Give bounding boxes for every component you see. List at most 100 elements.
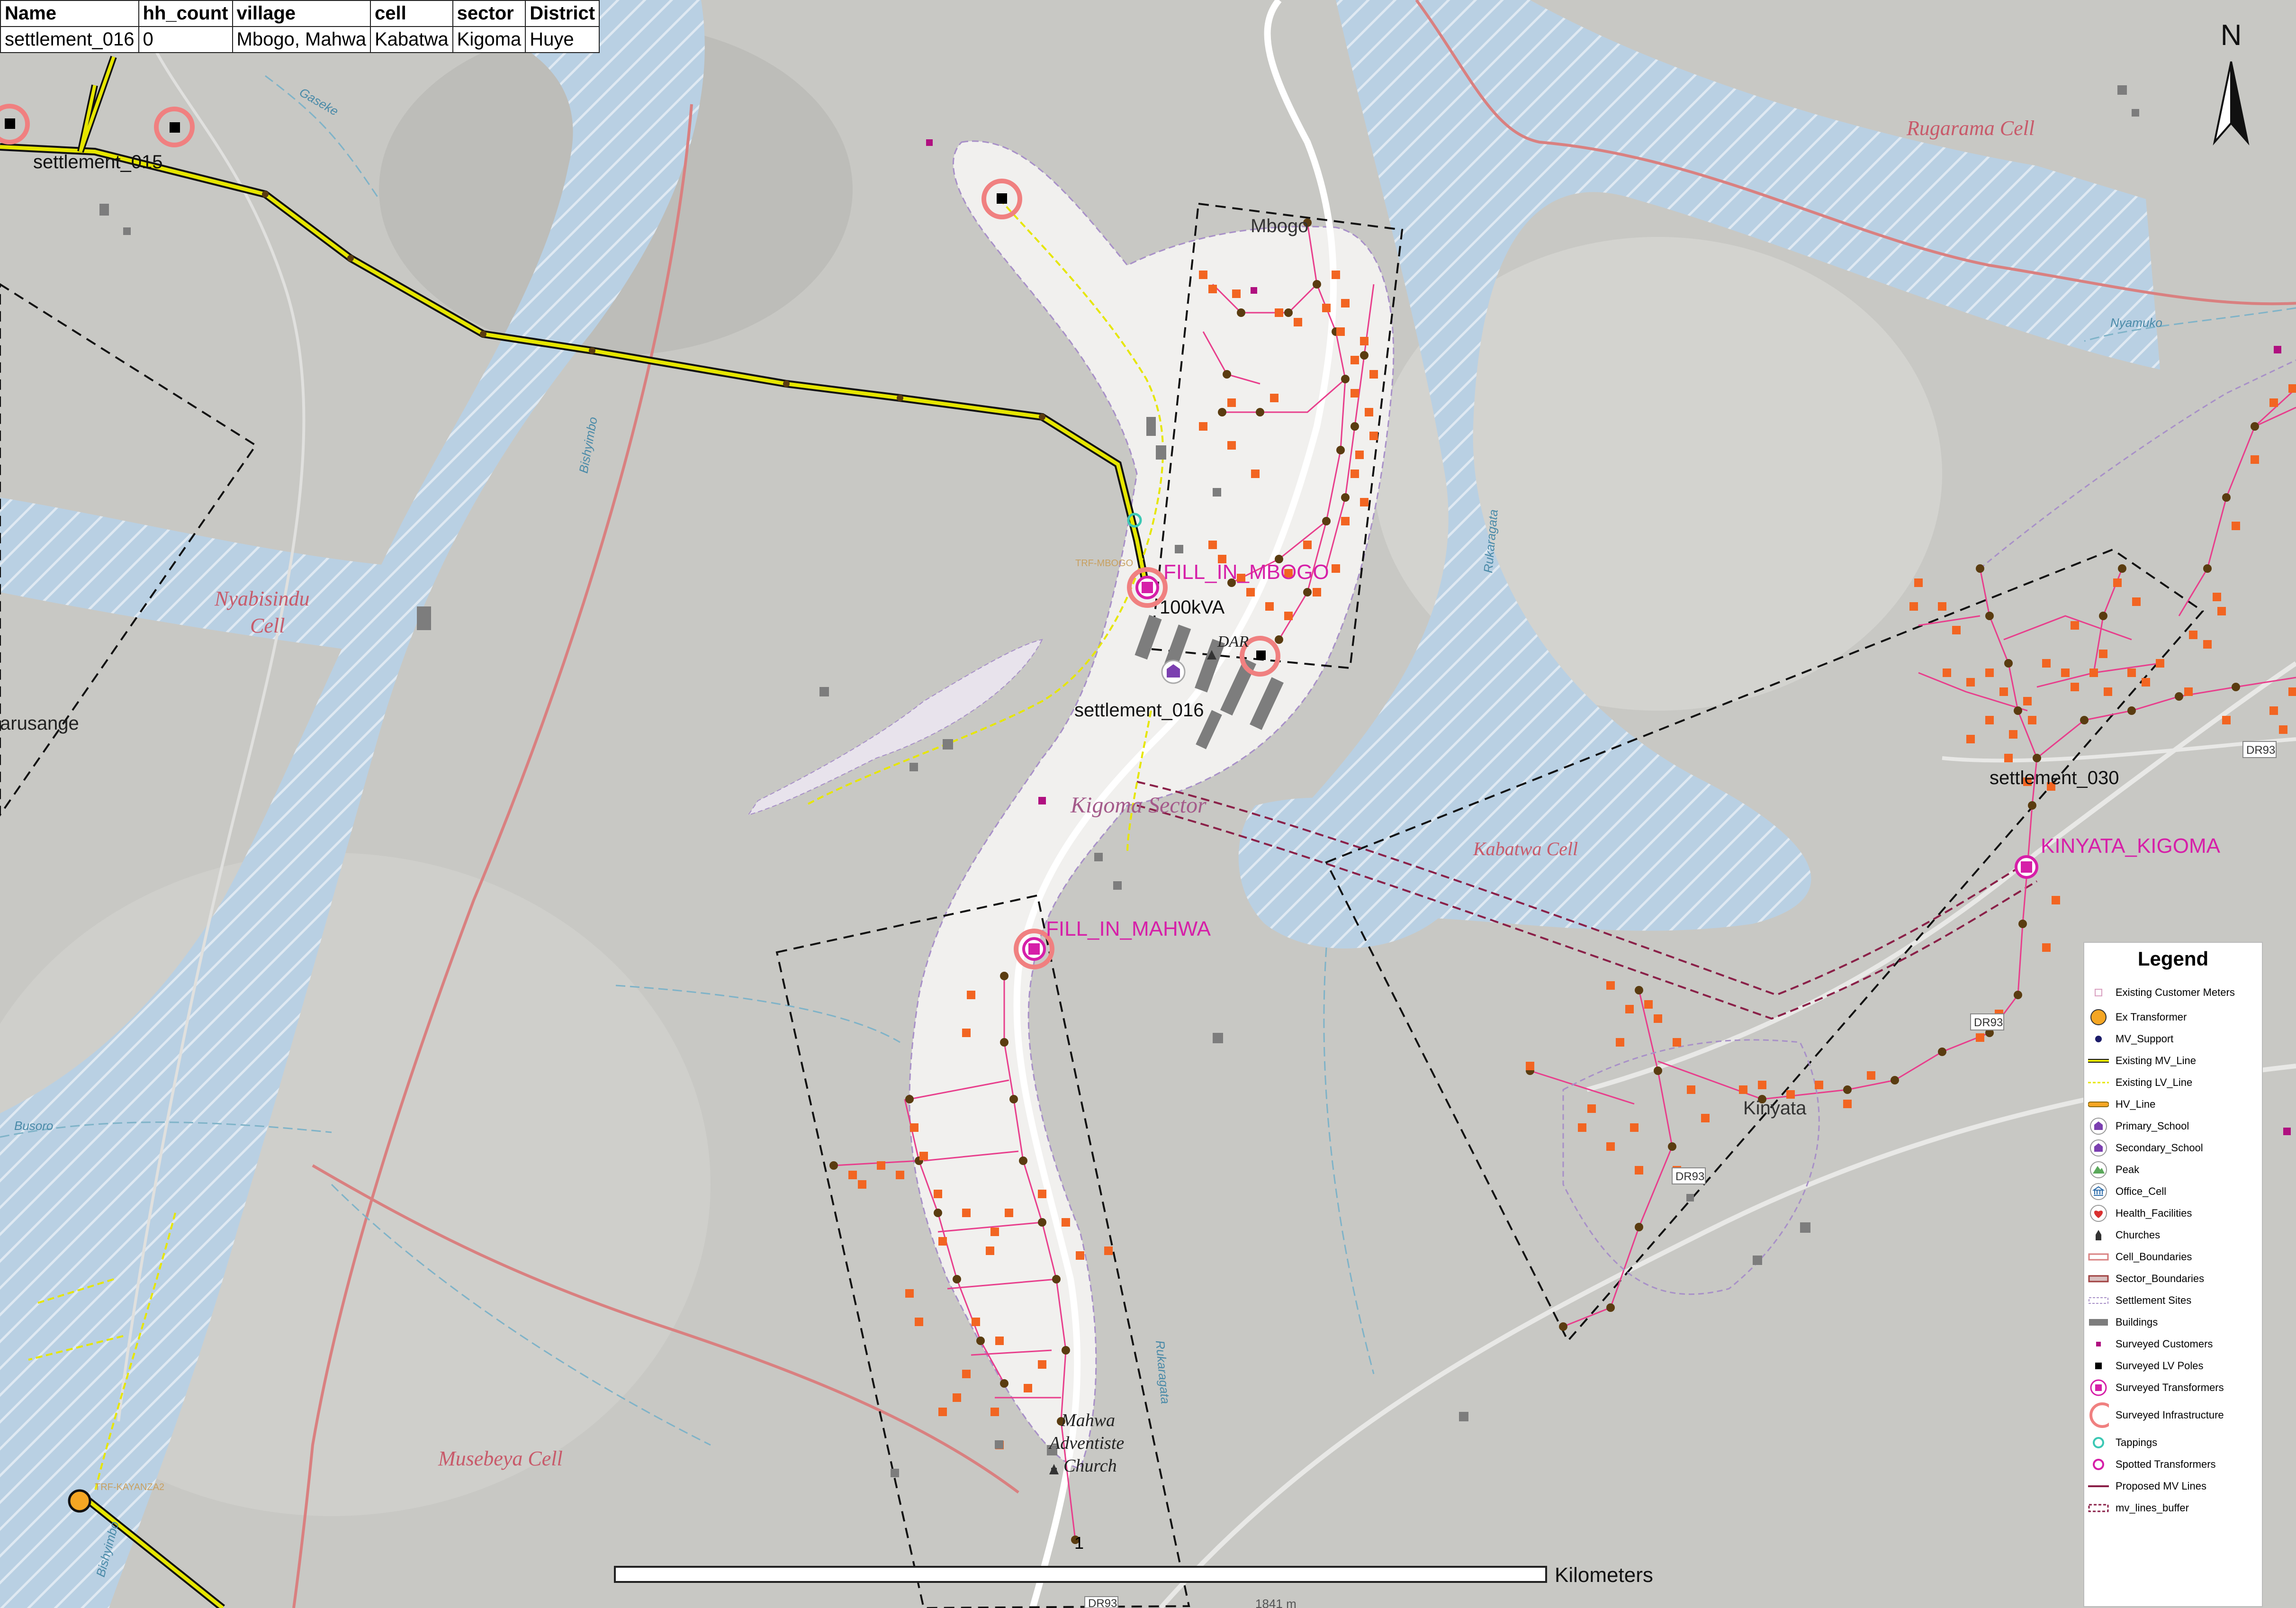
north-label: N	[2221, 19, 2242, 52]
customer-marker	[1587, 1104, 1596, 1113]
cell-label-kabatwa: Kabatwa Cell	[1473, 838, 1578, 859]
scale-unit-label: Kilometers	[1555, 1563, 1653, 1587]
customer-marker	[1739, 1085, 1747, 1094]
customer-marker	[2042, 659, 2051, 668]
surveyed-transformer-kinyata[interactable]	[2015, 855, 2038, 879]
customer-marker	[995, 1337, 1004, 1345]
customer-marker	[1914, 578, 1923, 587]
legend-item-label: Primary_School	[2116, 1120, 2189, 1132]
customer-marker	[2132, 597, 2141, 606]
customer-marker	[1332, 271, 1340, 279]
transformer-label-kinyata[interactable]: KINYATA_KIGOMA	[2041, 834, 2221, 858]
customer-marker	[2142, 678, 2150, 687]
surveyed-customer-point	[2274, 346, 2281, 353]
customer-marker	[938, 1237, 947, 1246]
customer-marker	[1909, 602, 1918, 611]
surveyed-customer-icon	[2088, 1335, 2109, 1354]
mv-support-icon	[2088, 1030, 2109, 1048]
legend-item-label: Buildings	[2116, 1316, 2158, 1328]
legend-item-label: Peak	[2116, 1164, 2140, 1175]
customer-marker	[1332, 564, 1340, 573]
customer-marker	[1313, 588, 1321, 596]
legend-item-label: Existing LV_Line	[2116, 1076, 2193, 1088]
customer-marker	[2061, 668, 2070, 677]
header-sector: sector	[452, 0, 526, 27]
customer-marker	[2028, 716, 2036, 724]
header-name: Name	[0, 0, 139, 27]
customer-marker	[2203, 640, 2212, 649]
cell-label-musebeya: Musebeya Cell	[438, 1447, 563, 1470]
cell-label-nyabisindu-line2: Cell	[250, 614, 285, 637]
legend-item-label: Spotted Transformers	[2116, 1458, 2216, 1470]
legend-item-label: Proposed MV Lines	[2116, 1480, 2206, 1492]
legend-item-label: Surveyed Customers	[2116, 1338, 2213, 1350]
legend-items: Existing Customer Meters Ex Transformer MV…	[2084, 979, 2262, 1519]
customer-marker	[2071, 621, 2079, 630]
customer-marker	[1578, 1123, 1586, 1132]
surveyed-transformer-icon	[2088, 1378, 2109, 1397]
cell-village: Mbogo, Mahwa	[232, 26, 371, 53]
school-icon	[1161, 659, 1186, 684]
transformer-code-label: TRF-MBOGO	[1075, 558, 1133, 569]
customer-marker	[2104, 687, 2112, 696]
customer-marker	[1687, 1085, 1695, 1094]
customer-marker	[1673, 1038, 1681, 1047]
customer-marker	[1351, 470, 1359, 478]
surveyed-transformer-mbogo[interactable]	[1135, 576, 1159, 599]
customer-marker	[2279, 725, 2287, 734]
customer-marker	[877, 1161, 885, 1170]
legend-item: mv_lines_buffer	[2084, 1497, 2262, 1519]
legend-item: Secondary_School	[2084, 1137, 2262, 1159]
customer-marker	[1303, 541, 1312, 549]
customer-marker	[1985, 668, 1994, 677]
surveyed-customer-point	[926, 139, 933, 146]
legend-item: Surveyed Transformers	[2084, 1377, 2262, 1399]
customer-marker	[2009, 730, 2017, 739]
customer-marker	[2288, 687, 2296, 696]
school-icon	[2088, 1117, 2109, 1136]
transformer-label-mahwa[interactable]: FILL_IN_MAHWA	[1046, 917, 1211, 940]
settlement-label-030[interactable]: settlement_030	[1990, 768, 2119, 788]
customer-marker	[2269, 706, 2278, 715]
legend-item: Proposed MV Lines	[2084, 1475, 2262, 1497]
customer-marker	[1985, 716, 1994, 724]
legend-item-label: Health_Facilities	[2116, 1207, 2192, 1219]
road-shield-label: DR93	[1675, 1170, 1704, 1183]
mv-buffer-icon	[2088, 1499, 2109, 1518]
customer-marker	[1208, 285, 1217, 293]
customer-marker	[1208, 541, 1217, 549]
settlement-label-016[interactable]: settlement_016	[1074, 700, 1204, 721]
customer-marker	[905, 1289, 914, 1298]
mv-line-icon	[2088, 1051, 2109, 1070]
customer-marker	[848, 1171, 857, 1179]
cell-cell: Kabatwa	[369, 26, 453, 53]
customer-marker	[2269, 398, 2278, 407]
customer-marker	[2184, 687, 2193, 696]
customer-marker	[2004, 754, 2013, 762]
customer-marker	[972, 1318, 980, 1326]
settlement-label-015[interactable]: settlement_015	[33, 152, 163, 172]
customer-marker	[1355, 451, 1364, 459]
legend-item: Buildings	[2084, 1311, 2262, 1333]
customer-marker	[953, 1393, 961, 1402]
sector-boundary-icon	[2088, 1269, 2109, 1288]
legend-item-label: mv_lines_buffer	[2116, 1502, 2189, 1514]
legend-item-label: Office_Cell	[2116, 1185, 2167, 1197]
customer-marker	[1369, 432, 1378, 440]
legend-item-label: Sector_Boundaries	[2116, 1273, 2205, 1284]
map-canvas[interactable]: Rugarama Cell Kabatwa Cell Musebeya Cell…	[0, 0, 2296, 1608]
attribute-data-row[interactable]: settlement_016 0 Mbogo, Mahwa Kabatwa Ki…	[0, 26, 600, 53]
legend-item: Health_Facilities	[2084, 1202, 2262, 1224]
transformer-label-mbogo[interactable]: FILL_IN_MBOGO	[1163, 560, 1329, 584]
legend-item: MV_Support	[2084, 1028, 2262, 1050]
ex-transformer-icon	[2088, 1008, 2109, 1027]
legend-item-label: Existing Customer Meters	[2116, 986, 2235, 998]
cell-label-rugarama: Rugarama Cell	[1906, 117, 2035, 140]
customer-marker	[1606, 981, 1615, 990]
legend-item: Primary_School	[2084, 1115, 2262, 1137]
cell-name: settlement_016	[0, 26, 139, 53]
existing-transformer[interactable]	[68, 1489, 91, 1513]
legend-item-label: MV_Support	[2116, 1033, 2174, 1045]
legend-item: Surveyed Infrastructure	[2084, 1399, 2262, 1432]
surveyed-transformer-mahwa[interactable]	[1022, 937, 1046, 961]
